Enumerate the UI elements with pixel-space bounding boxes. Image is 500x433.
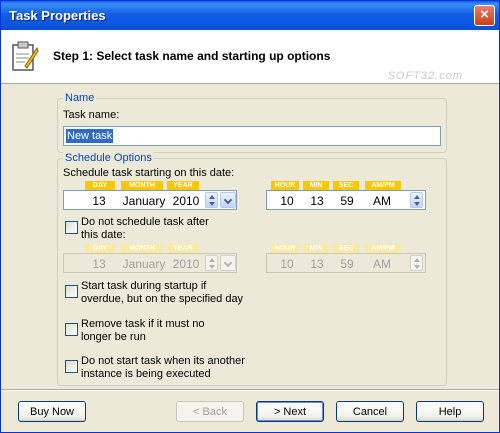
startup-overdue-checkbox[interactable] [65, 285, 78, 298]
spin-up-icon [414, 195, 420, 199]
back-button[interactable]: < Back [176, 401, 244, 422]
watermark: SOFT32.com [387, 70, 463, 82]
name-group-legend: Name [63, 92, 97, 104]
start-min[interactable]: 13 [305, 194, 329, 208]
caption-sec: SEC [333, 244, 359, 253]
start-time-captions: HOUR MIN SEC AM/PM [271, 181, 411, 190]
spin-up-icon [209, 258, 215, 262]
end-ampm: AM [373, 257, 391, 271]
caption-year: YEAR [167, 244, 199, 253]
footer-divider [1, 389, 499, 391]
no-end-date-label: Do not schedule task after this date: [81, 216, 209, 241]
start-day[interactable]: 13 [86, 194, 112, 208]
task-properties-window: Task Properties × Step 1: Select task na… [0, 0, 500, 433]
start-hour[interactable]: 10 [275, 194, 299, 208]
start-date-spinner[interactable] [205, 192, 218, 208]
start-year[interactable]: 2010 [168, 194, 204, 208]
caption-hour: HOUR [271, 181, 299, 190]
help-button[interactable]: Help [416, 401, 484, 422]
task-name-input[interactable]: New task [63, 126, 441, 146]
schedule-options-legend: Schedule Options [63, 152, 154, 164]
cancel-button[interactable]: Cancel [336, 401, 404, 422]
start-ampm[interactable]: AM [367, 194, 397, 208]
end-time-captions: HOUR MIN SEC AM/PM [271, 244, 411, 253]
caption-min: MIN [303, 244, 329, 253]
end-time-picker[interactable]: 10 13 59 AM [266, 253, 426, 273]
start-date-dropdown[interactable] [220, 192, 236, 208]
caption-month: MONTH [121, 244, 163, 253]
step-title: Step 1: Select task name and starting up… [53, 49, 331, 63]
caption-year: YEAR [167, 181, 199, 190]
caption-month: MONTH [121, 181, 163, 190]
end-month: January [122, 257, 166, 271]
spin-up-icon [414, 258, 420, 262]
start-date-captions: DAY MONTH YEAR [85, 181, 205, 190]
end-day: 13 [92, 257, 106, 271]
end-year: 2010 [172, 257, 200, 271]
task-name-label: Task name: [63, 109, 120, 121]
close-button[interactable]: × [474, 5, 495, 26]
end-date-captions: DAY MONTH YEAR [85, 244, 205, 253]
end-date-spinner[interactable] [205, 255, 218, 271]
end-sec: 59 [340, 257, 354, 271]
end-min: 13 [310, 257, 324, 271]
start-sec[interactable]: 59 [335, 194, 359, 208]
caption-day: DAY [85, 244, 115, 253]
end-hour: 10 [280, 257, 294, 271]
spin-down-icon [414, 265, 420, 269]
task-name-value: New task [66, 129, 114, 143]
end-date-picker[interactable]: 13 January 2010 [63, 253, 237, 273]
start-time-spinner[interactable] [410, 192, 423, 208]
spin-up-icon [209, 195, 215, 199]
spin-down-icon [209, 202, 215, 206]
single-instance-label: Do not start task when its another insta… [81, 355, 245, 380]
wizard-header: Step 1: Select task name and starting up… [1, 30, 499, 84]
caption-ampm: AM/PM [365, 244, 401, 253]
caption-ampm: AM/PM [365, 181, 401, 190]
spin-down-icon [209, 265, 215, 269]
caption-min: MIN [303, 181, 329, 190]
wizard-task-icon [12, 41, 39, 71]
remove-task-checkbox[interactable] [65, 323, 78, 336]
next-button[interactable]: > Next [256, 401, 324, 422]
caption-sec: SEC [333, 181, 359, 190]
caption-hour: HOUR [271, 244, 299, 253]
single-instance-checkbox[interactable] [65, 360, 78, 373]
end-date-dropdown[interactable] [220, 255, 236, 271]
spin-down-icon [414, 202, 420, 206]
startup-overdue-label: Start task during startup if overdue, bu… [81, 280, 244, 305]
buy-now-button[interactable]: Buy Now [18, 401, 86, 422]
caption-day: DAY [85, 181, 115, 190]
start-time-picker[interactable]: 10 13 59 AM [266, 190, 426, 210]
remove-task-label: Remove task if it must no longer be run [81, 318, 205, 343]
window-title: Task Properties [9, 8, 106, 23]
start-date-picker[interactable]: 13 January 2010 [63, 190, 237, 210]
chevron-down-icon [223, 258, 233, 268]
start-month[interactable]: January [120, 194, 168, 208]
no-end-date-checkbox[interactable] [65, 221, 78, 234]
schedule-start-label: Schedule task starting on this date: [63, 167, 235, 179]
chevron-down-icon [223, 195, 233, 205]
end-time-spinner[interactable] [410, 255, 423, 271]
title-bar[interactable]: Task Properties × [1, 1, 499, 30]
